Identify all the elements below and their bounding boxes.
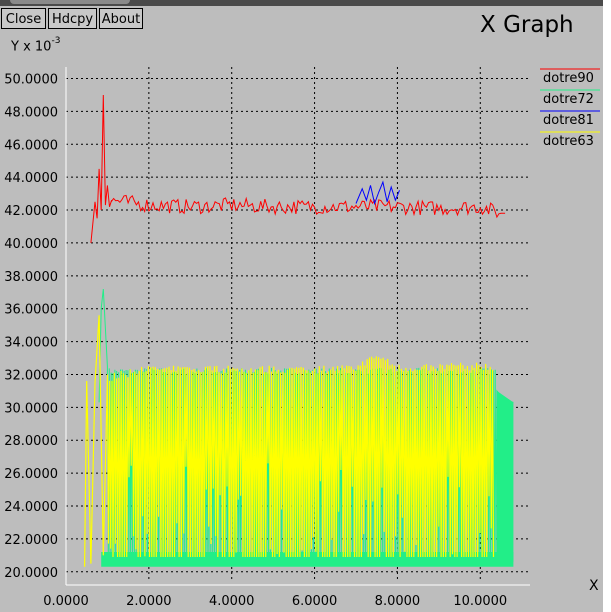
y-tick-label: 36.0000 xyxy=(4,303,58,318)
y-tick-label: 46.0000 xyxy=(4,138,58,153)
y-tick-label: 24.0000 xyxy=(4,500,58,515)
x-tick-label: 4.0000 xyxy=(209,594,255,609)
legend-label-dotre72: dotre72 xyxy=(543,92,594,107)
series-line-dotre90 xyxy=(90,94,506,243)
legend-label-dotre63: dotre63 xyxy=(543,134,594,149)
x-tick-label: 10.0000 xyxy=(453,594,507,609)
window-edge xyxy=(603,0,611,612)
y-tick-label: 42.0000 xyxy=(4,204,58,219)
legend-label-dotre81: dotre81 xyxy=(543,113,594,128)
series-plots xyxy=(84,94,514,567)
y-tick-label: 48.0000 xyxy=(4,105,58,120)
x-tick-label: 2.0000 xyxy=(126,594,172,609)
series-line-dotre81 xyxy=(355,180,400,206)
xgraph-window: Close Hdcpy About X Graph Y x 10-3 20.00… xyxy=(0,0,611,612)
y-tick-label: 30.0000 xyxy=(4,401,58,416)
y-tick-label: 40.0000 xyxy=(4,237,58,252)
x-tick-label: 8.0000 xyxy=(375,594,421,609)
legend: dotre90 dotre72 dotre81 dotre63 xyxy=(540,68,600,149)
legend-label-dotre90: dotre90 xyxy=(543,71,594,86)
y-tick-label: 32.0000 xyxy=(4,368,58,383)
y-tick-label: 38.0000 xyxy=(4,270,58,285)
y-tick-label: 34.0000 xyxy=(4,336,58,351)
y-tick-label: 28.0000 xyxy=(4,434,58,449)
y-tick-label: 22.0000 xyxy=(4,533,58,548)
y-tick-label: 20.0000 xyxy=(4,566,58,581)
plot-area: 20.0000 22.0000 24.0000 26.0000 28.0000 30.00… xyxy=(4,67,600,609)
y-tick-label: 50.0000 xyxy=(4,73,58,88)
y-tick-label: 26.0000 xyxy=(4,467,58,482)
x-tick-label: 6.0000 xyxy=(292,594,338,609)
corner-x-mark: X xyxy=(589,578,599,594)
y-tick-label: 44.0000 xyxy=(4,171,58,186)
x-tick-label: 0.0000 xyxy=(43,594,89,609)
